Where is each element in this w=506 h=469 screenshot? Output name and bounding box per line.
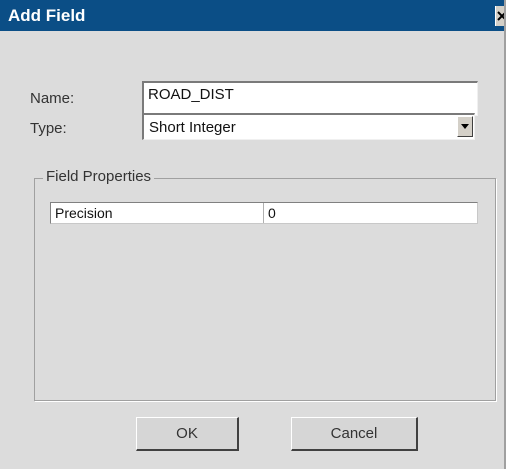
ok-button[interactable]: OK: [136, 417, 239, 451]
type-dropdown-value: Short Integer: [149, 119, 236, 136]
title-bar[interactable]: Add Field: [0, 0, 504, 31]
property-value-precision[interactable]: 0: [268, 205, 276, 221]
name-label: Name:: [30, 90, 75, 107]
dropdown-arrow-button[interactable]: [457, 116, 473, 137]
property-name-precision: Precision: [55, 205, 113, 221]
close-button[interactable]: [495, 6, 504, 26]
type-dropdown[interactable]: Short Integer: [142, 113, 475, 140]
cancel-button[interactable]: Cancel: [291, 417, 418, 451]
table-row: Precision: [51, 203, 264, 223]
field-properties-legend: Field Properties: [43, 168, 155, 185]
dialog-title: Add Field: [8, 6, 86, 25]
add-field-dialog: Add Field Name: ROAD_DIST Type: Short In…: [0, 0, 506, 469]
properties-table: Precision 0: [50, 202, 478, 224]
name-field[interactable]: ROAD_DIST: [142, 81, 478, 116]
type-label: Type:: [30, 120, 67, 137]
